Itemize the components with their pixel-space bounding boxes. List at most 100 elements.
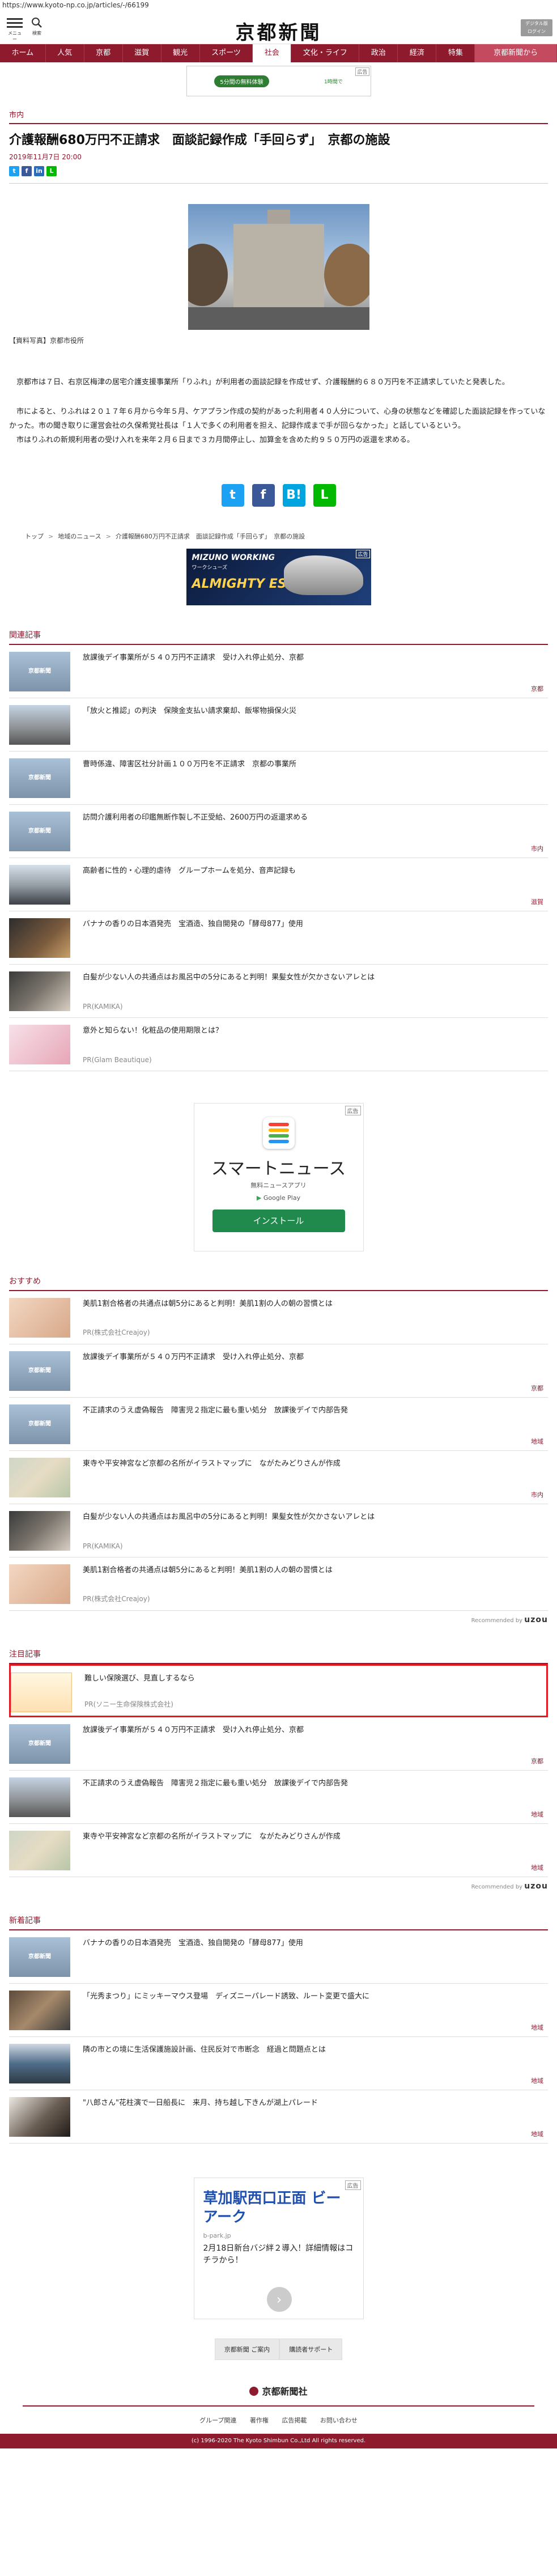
thumbnail: 京都新聞 <box>9 1724 70 1764</box>
list-item[interactable]: 白髪が少ない人の共通点はお風呂中の5分にあると判明！果髪女性が欠かさないアレとは… <box>9 1504 548 1558</box>
subscriber-support-button[interactable]: 購読者サポート <box>279 2338 343 2360</box>
line-icon[interactable]: L <box>46 165 57 176</box>
thumbnail <box>11 1672 72 1712</box>
related-list: 京都新聞 放課後デイ事業所が５４０万円不正請求 受け入れ停止処分、京都 京都 「… <box>9 645 548 1071</box>
line-share-icon[interactable]: L <box>313 483 336 507</box>
recommend-heading: おすすめ <box>9 1275 548 1291</box>
thumbnail: 京都新聞 <box>9 651 70 691</box>
thumbnail <box>9 705 70 745</box>
list-item[interactable]: 「光秀まつり」にミッキーマウス登場 ディズニーパレード誘致、ルート変更で盛大に … <box>9 1984 548 2037</box>
thumbnail <box>9 2097 70 2137</box>
thumbnail <box>9 1777 70 1817</box>
list-item[interactable]: 隣の市との境に生活保護施設計画、住民反対で市断念 経過と問題点とは 地域 <box>9 2037 548 2090</box>
search-label: 検索 <box>32 31 41 36</box>
share-row-small: t f in L <box>9 165 548 176</box>
footer-links: グループ関連 著作権 広告掲載 お問い合わせ <box>0 2416 557 2425</box>
linkedin-icon[interactable]: in <box>34 165 44 176</box>
nav-item-popular[interactable]: 人気 <box>46 44 84 62</box>
url-bar: https://www.kyoto-np.co.jp/articles/-/66… <box>0 0 557 10</box>
thumbnail: 京都新聞 <box>9 758 70 798</box>
nav-item-features[interactable]: 特集 <box>436 44 475 62</box>
list-item[interactable]: 京都新聞 バナナの香りの日本酒発売 宝酒造、独自開発の「酵母877」使用 <box>9 1930 548 1984</box>
install-button[interactable]: インストール <box>212 1209 345 1232</box>
list-item[interactable]: 意外と知らない！化粧品の使用期限とは？ PR(Glam Beautique) <box>9 1018 548 1071</box>
footer-link[interactable]: グループ関連 <box>199 2417 236 2424</box>
list-item[interactable]: 「放火と推認」の判決 保険金支払い請求棄却、飯塚物損保火災 <box>9 698 548 752</box>
breadcrumb-top[interactable]: トップ <box>25 533 44 540</box>
app-name: スマートニュース <box>211 1158 346 1179</box>
list-item[interactable]: 難しい保険選び、見直しするなら PR(ソニー生命保険株式会社) <box>9 1663 548 1717</box>
nav-item-economy[interactable]: 経済 <box>398 44 437 62</box>
nav-item-shiga[interactable]: 滋賀 <box>123 44 161 62</box>
list-item[interactable]: 京都新聞 放課後デイ事業所が５４０万円不正請求 受け入れ停止処分、京都 京都 <box>9 645 548 698</box>
list-item[interactable]: 美肌1割合格者の共通点は朝5分にあると判明！美肌1割の人の朝の習慣とは PR(株… <box>9 1291 548 1344</box>
search-button[interactable]: 検索 <box>28 17 45 37</box>
thumbnail <box>9 864 70 905</box>
thumbnail <box>9 1830 70 1870</box>
list-item[interactable]: 美肌1割合格者の共通点は朝5分にあると判明！美肌1割の人の朝の習慣とは PR(株… <box>9 1558 548 1611</box>
list-item[interactable]: 京都新聞 不正請求のうえ虚偽報告 障害児２指定に最も重い処分 放課後デイで内部告… <box>9 1398 548 1451</box>
footer-logo[interactable]: 京都新聞社 <box>0 2384 557 2397</box>
list-item[interactable]: 高齢者に性的・心理的虐待 グループホームを処分、音声記録も 滋賀 <box>9 858 548 911</box>
ad-domain: b-park.jp <box>203 2232 231 2240</box>
guide-button[interactable]: 京都新聞 ご案内 <box>214 2338 280 2360</box>
logo-mark-icon <box>249 2386 259 2396</box>
article-photo <box>188 203 369 330</box>
recommend-powered-by: Recommended by uzou <box>471 1615 548 1624</box>
search-icon <box>32 18 42 28</box>
breadcrumb-local[interactable]: 地域のニュース <box>58 533 101 540</box>
mizuno-ad[interactable]: 広告 MIZUNO WORKING ワークシューズ ALMIGHTY ES31L <box>186 548 371 605</box>
twitter-icon[interactable]: t <box>9 165 19 176</box>
nav-item-culture[interactable]: 文化・ライフ <box>291 44 360 62</box>
menu-button[interactable]: メニュー <box>7 16 23 43</box>
nav-item-kyoto[interactable]: 京都 <box>84 44 123 62</box>
digital-login-button[interactable]: デジタル版 ログイン <box>521 19 552 36</box>
nav-item-home[interactable]: ホーム <box>0 44 46 62</box>
chevron-right-icon[interactable]: › <box>266 2286 292 2312</box>
article-category: 市内 <box>9 109 548 124</box>
nav-item-society[interactable]: 社会 <box>253 44 292 62</box>
nav-item-sports[interactable]: スポーツ <box>200 44 253 62</box>
list-item[interactable]: "八郎さん"花柱演で一日船長に 来月、持ち越し下きんが湖上パレード 地域 <box>9 2090 548 2144</box>
nav-item-from-kyoto[interactable]: 京都新聞から <box>475 44 557 62</box>
site-logo[interactable]: 京都新聞 <box>236 17 322 45</box>
divider <box>23 2405 534 2407</box>
smartnews-app-icon <box>262 1117 295 1149</box>
thumbnail <box>9 1024 70 1064</box>
top-banner-ad[interactable]: 広告 5分間の無料体験 1時間で <box>186 66 371 96</box>
list-item[interactable]: 東寺や平安神宮など京都の名所がイラストマップに ながたみどりさんが作成 市内 <box>9 1451 548 1504</box>
thumbnail: 京都新聞 <box>9 1937 70 1977</box>
list-item[interactable]: 東寺や平安神宮など京都の名所がイラストマップに ながたみどりさんが作成 地域 <box>9 1824 548 1877</box>
recommend-list: 美肌1割合格者の共通点は朝5分にあると判明！美肌1割の人の朝の習慣とは PR(株… <box>9 1291 548 1611</box>
list-item[interactable]: 京都新聞 放課後デイ事業所が５４０万円不正請求 受け入れ停止処分、京都 京都 <box>9 1717 548 1771</box>
list-item[interactable]: 白髪が少ない人の共通点はお風呂中の5分にあると判明！果髪女性が欠かさないアレとは… <box>9 965 548 1018</box>
thumbnail: 京都新聞 <box>9 811 70 851</box>
thumbnail <box>9 918 70 958</box>
ad-mini-text: 1時間で <box>324 79 343 85</box>
footer-link[interactable]: 広告掲載 <box>282 2417 307 2424</box>
nav-item-politics[interactable]: 政治 <box>359 44 398 62</box>
app-desc: 無料ニュースアプリ <box>250 1181 307 1189</box>
shoe-image <box>283 555 363 595</box>
footer-link[interactable]: お問い合わせ <box>320 2417 358 2424</box>
facebook-share-icon[interactable]: f <box>252 483 275 507</box>
bpark-ad[interactable]: 広告 草加駅西口正面 ビーアーク b-park.jp 2月18日新台バジ絆２導入… <box>193 2177 364 2319</box>
google-play-label: ▶ Google Play <box>256 1194 301 1202</box>
footer-link[interactable]: 著作権 <box>250 2417 269 2424</box>
site-header: メニュー 検索 京都新聞 デジタル版 ログイン <box>0 10 557 44</box>
list-item[interactable]: 不正請求のうえ虚偽報告 障害児２指定に最も重い処分 放課後デイで内部告発 地域 <box>9 1771 548 1824</box>
facebook-icon[interactable]: f <box>22 165 32 176</box>
list-item[interactable]: 京都新聞 訪問介護利用者の印鑑無断作製し不正受給、2600万円の返還求める 市内 <box>9 805 548 858</box>
main-content: 市内 介護報酬680万円不正請求 面談記録作成「手回らず」 京都の施設 2019… <box>0 109 557 2360</box>
list-item[interactable]: 京都新聞 曹時係違、障害区社分計画１００万円を不正請求 京都の事業所 <box>9 752 548 805</box>
hatena-share-icon[interactable]: B! <box>282 483 305 507</box>
twitter-share-icon[interactable]: t <box>221 483 244 507</box>
share-row-large: t f B! L <box>9 483 548 507</box>
list-item[interactable]: バナナの香りの日本酒発売 宝酒造、独自開発の「酵母877」使用 <box>9 911 548 965</box>
list-item[interactable]: 京都新聞 放課後デイ事業所が５４０万円不正請求 受け入れ停止処分、京都 京都 <box>9 1344 548 1398</box>
footer-buttons: 京都新聞 ご案内 購読者サポート <box>9 2338 548 2360</box>
nav-item-tourism[interactable]: 観光 <box>161 44 200 62</box>
article-date: 2019年11月7日 20:00 <box>9 152 82 161</box>
ad-text: 2月18日新台バジ絆２導入！詳細情報はコチラから！ <box>203 2244 354 2265</box>
latest-list: 京都新聞 バナナの香りの日本酒発売 宝酒造、独自開発の「酵母877」使用 「光秀… <box>9 1930 548 2144</box>
